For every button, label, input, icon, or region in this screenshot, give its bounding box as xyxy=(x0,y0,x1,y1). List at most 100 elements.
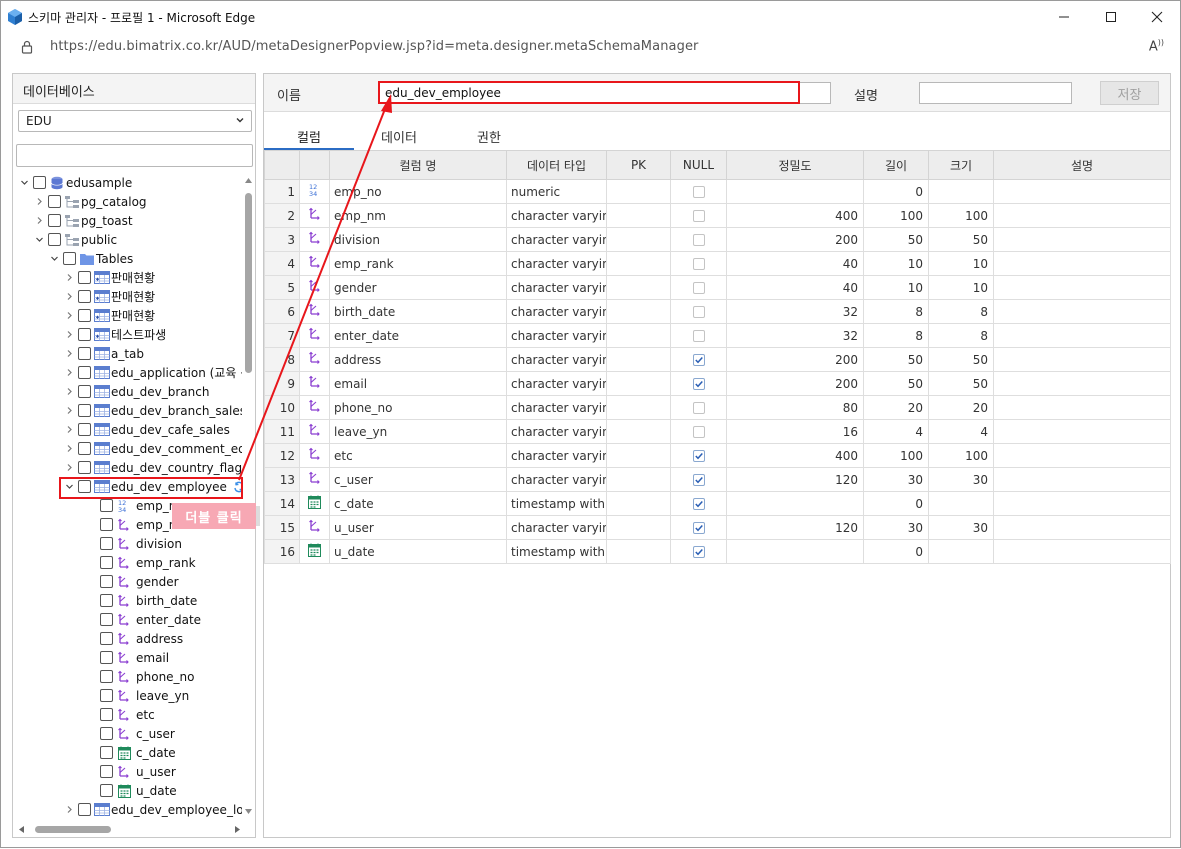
data-type-cell[interactable]: character varying xyxy=(506,203,607,228)
tree-node-checkbox[interactable] xyxy=(100,613,113,626)
null-checkbox[interactable] xyxy=(692,282,705,294)
description-cell[interactable] xyxy=(993,251,1171,276)
length-cell[interactable]: 100 xyxy=(863,203,929,228)
null-checkbox[interactable] xyxy=(692,402,705,414)
scroll-left-icon[interactable] xyxy=(17,825,26,834)
description-cell[interactable] xyxy=(993,419,1171,444)
size-cell[interactable]: 50 xyxy=(928,227,994,252)
tree-node[interactable]: gender xyxy=(90,572,179,591)
null-checkbox[interactable] xyxy=(692,522,705,534)
pk-cell[interactable] xyxy=(606,347,671,372)
precision-cell[interactable]: 120 xyxy=(726,515,864,540)
chevron-down-icon[interactable] xyxy=(33,234,45,246)
tree-node[interactable]: u_date xyxy=(90,781,177,800)
tree-node-checkbox[interactable] xyxy=(78,271,91,284)
column-name-cell[interactable]: emp_nm xyxy=(329,203,507,228)
col-header-null[interactable]: NULL xyxy=(670,150,727,180)
length-cell[interactable]: 10 xyxy=(863,275,929,300)
length-cell[interactable]: 30 xyxy=(863,515,929,540)
pk-cell[interactable] xyxy=(606,539,671,564)
precision-cell[interactable] xyxy=(726,491,864,516)
tree-node[interactable]: 판매현황 xyxy=(63,306,155,325)
length-cell[interactable]: 8 xyxy=(863,323,929,348)
tree-node[interactable]: edu_dev_country_flag xyxy=(63,458,242,477)
tree-node[interactable]: edu_dev_branch xyxy=(63,382,209,401)
tree-node-checkbox[interactable] xyxy=(100,689,113,702)
column-name-cell[interactable]: gender xyxy=(329,275,507,300)
length-cell[interactable]: 50 xyxy=(863,347,929,372)
pk-cell[interactable] xyxy=(606,419,671,444)
size-cell[interactable]: 10 xyxy=(928,251,994,276)
tree-node[interactable]: Tables xyxy=(48,249,133,268)
tree-node[interactable]: edu_dev_branch_sales xyxy=(63,401,246,420)
precision-cell[interactable]: 40 xyxy=(726,251,864,276)
tree-search-input[interactable] xyxy=(16,144,253,167)
tree-node[interactable]: pg_catalog xyxy=(33,192,147,211)
data-type-cell[interactable]: timestamp with... xyxy=(506,539,607,564)
table-row[interactable]: 14 c_date timestamp with... 0 xyxy=(264,491,1171,516)
length-cell[interactable]: 20 xyxy=(863,395,929,420)
column-name-cell[interactable]: division xyxy=(329,227,507,252)
tree-node[interactable]: u_user xyxy=(90,762,176,781)
chevron-right-icon[interactable] xyxy=(63,272,75,284)
length-cell[interactable]: 0 xyxy=(863,179,929,204)
chevron-right-icon[interactable] xyxy=(33,215,45,227)
tree-node[interactable]: pg_toast xyxy=(33,211,133,230)
tree-node-checkbox[interactable] xyxy=(78,461,91,474)
tree-node-checkbox[interactable] xyxy=(78,385,91,398)
size-cell[interactable] xyxy=(928,539,994,564)
table-description-input[interactable] xyxy=(919,82,1072,104)
tree-node-checkbox[interactable] xyxy=(48,233,61,246)
tree-node-checkbox[interactable] xyxy=(33,176,46,189)
address-bar[interactable]: https://edu.bimatrix.co.kr/AUD/metaDesig… xyxy=(1,33,1180,61)
pk-cell[interactable] xyxy=(606,395,671,420)
data-type-cell[interactable]: character varying xyxy=(506,275,607,300)
precision-cell[interactable]: 400 xyxy=(726,443,864,468)
size-cell[interactable]: 50 xyxy=(928,371,994,396)
tree-node-checkbox[interactable] xyxy=(100,537,113,550)
column-name-cell[interactable]: enter_date xyxy=(329,323,507,348)
size-cell[interactable]: 30 xyxy=(928,515,994,540)
size-cell[interactable]: 10 xyxy=(928,275,994,300)
tree-node-checkbox[interactable] xyxy=(78,404,91,417)
table-row[interactable]: 3divisioncharacter varying2005050 xyxy=(264,227,1171,252)
table-row[interactable]: 12etccharacter varying400100100 xyxy=(264,443,1171,468)
tree-node[interactable]: 12 34 emp_no xyxy=(90,496,184,515)
column-name-cell[interactable]: u_date xyxy=(329,539,507,564)
table-row[interactable]: 2emp_nmcharacter varying400100100 xyxy=(264,203,1171,228)
table-name-input[interactable]: edu_dev_employee xyxy=(378,82,831,104)
tree-node[interactable]: edu_dev_employee xyxy=(63,477,245,496)
table-row[interactable]: 10phone_nocharacter varying802020 xyxy=(264,395,1171,420)
chevron-down-icon[interactable] xyxy=(63,481,75,493)
tree-node-checkbox[interactable] xyxy=(78,328,91,341)
tree-node-checkbox[interactable] xyxy=(100,518,113,531)
tree-node-checkbox[interactable] xyxy=(78,423,91,436)
null-checkbox[interactable] xyxy=(692,234,705,246)
tree-node[interactable]: a_tab xyxy=(63,344,144,363)
null-checkbox[interactable] xyxy=(692,474,705,486)
length-cell[interactable]: 4 xyxy=(863,419,929,444)
column-name-cell[interactable]: c_date xyxy=(329,491,507,516)
precision-cell[interactable]: 200 xyxy=(726,371,864,396)
database-select[interactable]: EDU xyxy=(18,110,252,132)
length-cell[interactable]: 50 xyxy=(863,371,929,396)
description-cell[interactable] xyxy=(993,515,1171,540)
tree-node[interactable]: c_user xyxy=(90,724,175,743)
scroll-right-icon[interactable] xyxy=(233,825,242,834)
null-checkbox[interactable] xyxy=(692,498,705,510)
chevron-right-icon[interactable] xyxy=(63,424,75,436)
tree-node[interactable]: public xyxy=(33,230,117,249)
size-cell[interactable]: 8 xyxy=(928,299,994,324)
tree-node[interactable]: edu_dev_employee_log xyxy=(63,800,251,819)
table-row[interactable]: 5gendercharacter varying401010 xyxy=(264,275,1171,300)
tree-horizontal-scrollbar[interactable] xyxy=(13,822,242,837)
pk-cell[interactable] xyxy=(606,275,671,300)
chevron-right-icon[interactable] xyxy=(63,310,75,322)
pk-cell[interactable] xyxy=(606,179,671,204)
pk-cell[interactable] xyxy=(606,299,671,324)
column-name-cell[interactable]: emp_rank xyxy=(329,251,507,276)
tree-node-checkbox[interactable] xyxy=(78,803,91,816)
tree-node-checkbox[interactable] xyxy=(100,594,113,607)
chevron-right-icon[interactable] xyxy=(63,367,75,379)
size-cell[interactable]: 20 xyxy=(928,395,994,420)
